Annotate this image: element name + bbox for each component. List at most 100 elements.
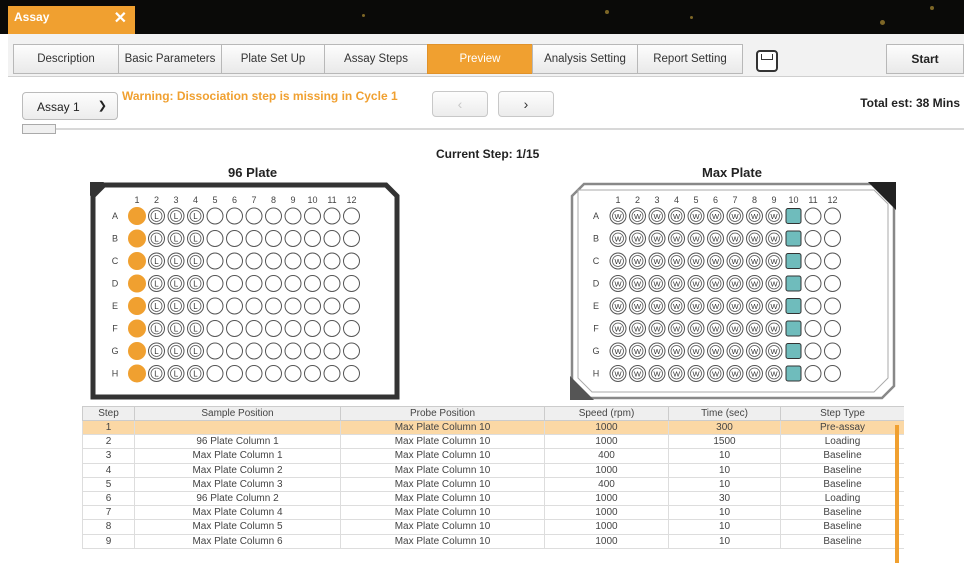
well-empty[interactable]: [226, 207, 243, 225]
well-empty[interactable]: [343, 342, 360, 360]
probe-well[interactable]: [785, 230, 802, 247]
well-empty[interactable]: [343, 207, 360, 225]
well-empty[interactable]: [804, 320, 822, 337]
table-row[interactable]: 4 Max Plate Column 2 Max Plate Column 10 10…: [82, 462, 904, 478]
well-empty[interactable]: [265, 297, 282, 315]
tab-assay-steps[interactable]: Assay Steps: [324, 44, 428, 74]
well-empty[interactable]: [323, 320, 341, 337]
table-row[interactable]: 7 Max Plate Column 4 Max Plate Column 10 10…: [82, 505, 904, 521]
well-empty[interactable]: [206, 252, 224, 270]
well-empty[interactable]: [343, 252, 360, 270]
well-empty[interactable]: [226, 365, 243, 382]
well-empty[interactable]: [206, 207, 224, 225]
well-empty[interactable]: [206, 320, 224, 337]
well-empty[interactable]: [284, 275, 302, 292]
well-empty[interactable]: [824, 207, 841, 225]
well-empty[interactable]: [206, 365, 224, 382]
well-empty[interactable]: [284, 365, 302, 382]
well-empty[interactable]: [245, 252, 263, 270]
tab-report-setting[interactable]: Report Setting: [637, 44, 743, 74]
well-empty[interactable]: [323, 252, 341, 270]
well-active[interactable]: [128, 229, 146, 248]
well-empty[interactable]: [226, 320, 243, 337]
tab-plate-set-up[interactable]: Plate Set Up: [221, 44, 325, 74]
probe-well[interactable]: [785, 253, 802, 269]
well-active[interactable]: [128, 297, 146, 315]
well-active[interactable]: [128, 207, 146, 225]
column-header[interactable]: Speed (rpm): [544, 406, 669, 421]
probe-well[interactable]: [785, 343, 802, 359]
well-empty[interactable]: [284, 320, 302, 337]
well-empty[interactable]: [245, 297, 263, 315]
column-header[interactable]: Sample Position: [134, 406, 341, 421]
column-header[interactable]: Step Type: [780, 406, 904, 421]
well-empty[interactable]: [265, 230, 282, 247]
well-empty[interactable]: [284, 342, 302, 360]
table-row[interactable]: 6 96 Plate Column 2 Max Plate Column 10 100…: [82, 490, 904, 507]
well-empty[interactable]: [323, 365, 341, 382]
well-empty[interactable]: [804, 275, 822, 292]
well-empty[interactable]: [824, 365, 841, 382]
well-empty[interactable]: [804, 252, 822, 270]
well-empty[interactable]: [343, 230, 360, 247]
tab-description[interactable]: Description: [13, 44, 119, 74]
assay-select[interactable]: Assay 1 ❯: [22, 92, 118, 120]
well-empty[interactable]: [265, 320, 282, 337]
tab-basic-parameters[interactable]: Basic Parameters: [118, 44, 222, 74]
well-empty[interactable]: [323, 342, 341, 360]
well-active[interactable]: [128, 319, 146, 338]
close-icon[interactable]: ✕: [114, 8, 127, 28]
save-icon[interactable]: [756, 50, 778, 72]
well-empty[interactable]: [304, 207, 321, 225]
well-empty[interactable]: [245, 230, 263, 247]
well-active[interactable]: [128, 274, 146, 293]
well-empty[interactable]: [323, 275, 341, 292]
well-empty[interactable]: [804, 365, 822, 382]
well-empty[interactable]: [304, 230, 321, 247]
well-active[interactable]: [128, 364, 146, 383]
well-empty[interactable]: [804, 297, 822, 315]
start-button[interactable]: Start: [886, 44, 964, 74]
well-empty[interactable]: [245, 320, 263, 337]
well-empty[interactable]: [265, 252, 282, 270]
well-empty[interactable]: [824, 342, 841, 360]
column-header[interactable]: Probe Position: [340, 406, 545, 421]
probe-well[interactable]: [785, 365, 802, 382]
well-empty[interactable]: [206, 342, 224, 360]
well-empty[interactable]: [226, 230, 243, 247]
well-empty[interactable]: [304, 252, 321, 270]
well-empty[interactable]: [284, 252, 302, 270]
column-header[interactable]: Time (sec): [668, 406, 781, 421]
well-empty[interactable]: [343, 365, 360, 382]
well-empty[interactable]: [245, 275, 263, 292]
well-empty[interactable]: [804, 342, 822, 360]
well-empty[interactable]: [304, 342, 321, 360]
well-empty[interactable]: [284, 230, 302, 247]
next-step-button[interactable]: ›: [498, 91, 554, 117]
well-empty[interactable]: [824, 252, 841, 270]
tab-analysis-setting[interactable]: Analysis Setting: [532, 44, 638, 74]
well-empty[interactable]: [804, 207, 822, 225]
window-tab[interactable]: Assay ✕: [8, 6, 135, 34]
probe-well[interactable]: [785, 298, 802, 314]
well-empty[interactable]: [343, 275, 360, 292]
timeline-slider-thumb[interactable]: [22, 124, 56, 134]
well-empty[interactable]: [343, 297, 360, 315]
well-empty[interactable]: [304, 297, 321, 315]
table-scrollbar[interactable]: [895, 425, 899, 563]
column-header[interactable]: Step: [82, 406, 135, 421]
well-empty[interactable]: [245, 342, 263, 360]
well-empty[interactable]: [245, 365, 263, 382]
well-empty[interactable]: [245, 207, 263, 225]
well-empty[interactable]: [323, 230, 341, 247]
well-empty[interactable]: [804, 230, 822, 247]
well-empty[interactable]: [226, 297, 243, 315]
well-empty[interactable]: [304, 320, 321, 337]
prev-step-button[interactable]: ‹: [432, 91, 488, 117]
table-row[interactable]: 3 Max Plate Column 1 Max Plate Column 10 40…: [82, 448, 904, 464]
well-empty[interactable]: [343, 320, 360, 337]
probe-well[interactable]: [785, 320, 802, 337]
table-row[interactable]: 2 96 Plate Column 1 Max Plate Column 10 100…: [82, 434, 904, 450]
well-empty[interactable]: [206, 275, 224, 292]
well-active[interactable]: [128, 342, 146, 360]
